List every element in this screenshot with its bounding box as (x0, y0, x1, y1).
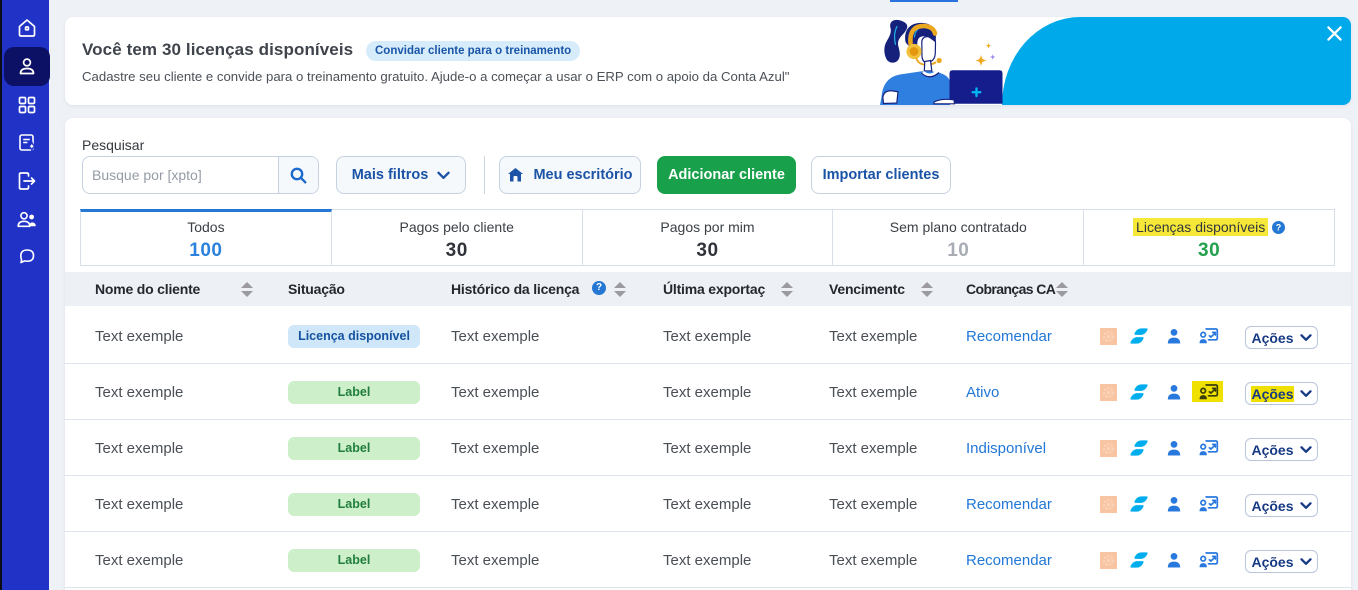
svg-text:?: ? (1276, 223, 1282, 233)
